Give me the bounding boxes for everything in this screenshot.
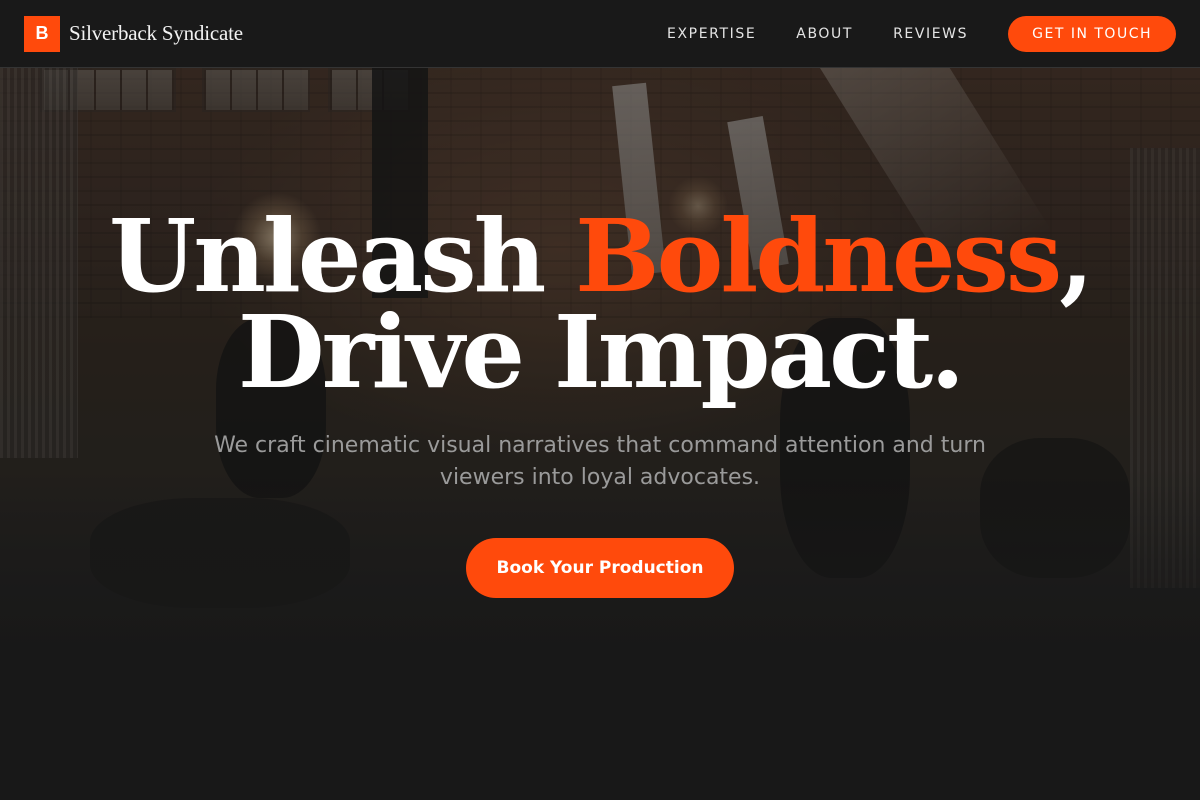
brand-name: Silverback Syndicate (69, 21, 243, 45)
nav-link-about[interactable]: ABOUT (796, 26, 853, 42)
book-production-button[interactable]: Book Your Production (466, 538, 734, 598)
get-in-touch-button[interactable]: GET IN TOUCH (1008, 15, 1176, 52)
nav-link-reviews[interactable]: REVIEWS (893, 26, 968, 42)
landing-page: B Silverback Syndicate EXPERTISE ABOUT R… (0, 0, 1200, 800)
headline-line-two: Drive Impact. (237, 293, 965, 411)
main-nav: EXPERTISE ABOUT REVIEWS (667, 26, 968, 42)
brand-logo-link[interactable]: B Silverback Syndicate (24, 15, 243, 52)
hero-subtitle: We craft cinematic visual narratives tha… (214, 433, 986, 490)
brand-logo-mark: B (24, 15, 60, 52)
hero-headline: Unleash Boldness, Drive Impact. (0, 206, 1200, 402)
site-header: B Silverback Syndicate EXPERTISE ABOUT R… (0, 0, 1200, 68)
headline-comma: , (1059, 197, 1094, 315)
nav-link-expertise[interactable]: EXPERTISE (667, 26, 756, 42)
hero-section: Unleash Boldness, Drive Impact. We craft… (0, 68, 1200, 598)
